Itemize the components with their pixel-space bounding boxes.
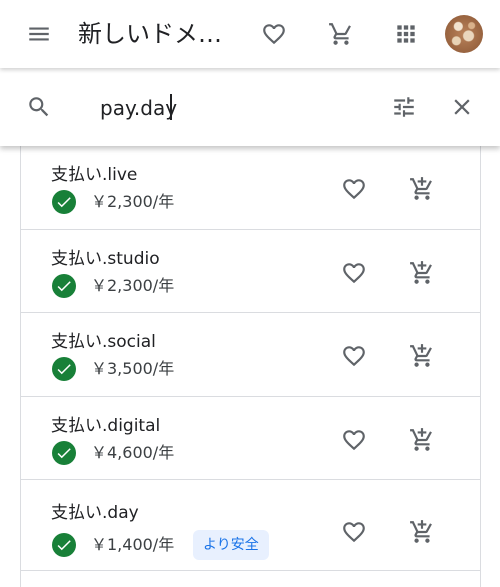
list-item[interactable]: 支払い.digital ￥4,600/年 bbox=[21, 397, 480, 480]
add-to-cart-icon[interactable] bbox=[402, 169, 442, 209]
domain-name: 支払い.day bbox=[51, 503, 139, 523]
domain-name: 支払い.live bbox=[51, 165, 138, 185]
check-circle-icon bbox=[52, 357, 76, 381]
add-to-cart-icon[interactable] bbox=[402, 253, 442, 293]
close-icon[interactable] bbox=[442, 87, 482, 127]
check-circle-icon bbox=[52, 190, 76, 214]
check-circle-icon bbox=[52, 273, 76, 298]
list-item[interactable]: 支払い.social ￥3,500/年 bbox=[21, 313, 480, 397]
search-input[interactable] bbox=[100, 92, 370, 124]
list-item[interactable]: 支払い.day ￥1,400/年 より安全 bbox=[21, 480, 480, 571]
add-to-cart-icon[interactable] bbox=[402, 512, 442, 552]
apps-grid-icon[interactable] bbox=[386, 14, 426, 54]
heart-icon[interactable] bbox=[334, 253, 374, 293]
results-list: 支払い.live ￥2,300/年 支払い.studio ￥2,300/年 支払… bbox=[20, 146, 481, 587]
menu-icon[interactable] bbox=[19, 14, 59, 54]
heart-icon[interactable] bbox=[334, 336, 374, 376]
domain-name: 支払い.studio bbox=[51, 248, 160, 269]
heart-icon[interactable] bbox=[254, 14, 294, 54]
search-icon[interactable] bbox=[19, 87, 59, 127]
domain-price: ￥2,300/年 bbox=[91, 192, 175, 211]
list-item[interactable]: 支払い.studio ￥2,300/年 bbox=[21, 230, 480, 313]
shopping-cart-icon[interactable] bbox=[321, 14, 361, 54]
filter-tune-icon[interactable] bbox=[384, 87, 424, 127]
avatar[interactable] bbox=[445, 15, 483, 53]
domain-name: 支払い.social bbox=[51, 332, 156, 352]
page-title: 新しいドメ… bbox=[78, 20, 222, 48]
domain-price: ￥3,500/年 bbox=[91, 359, 175, 378]
heart-icon[interactable] bbox=[334, 512, 374, 552]
heart-icon[interactable] bbox=[334, 420, 374, 460]
add-to-cart-icon[interactable] bbox=[402, 420, 442, 460]
list-item[interactable]: 支払い.live ￥2,300/年 bbox=[21, 146, 480, 230]
heart-icon[interactable] bbox=[334, 169, 374, 209]
top-app-bar: 新しいドメ… bbox=[0, 0, 500, 68]
domain-price: ￥1,400/年 bbox=[91, 535, 175, 554]
domain-price: ￥4,600/年 bbox=[91, 442, 175, 462]
app-screen: 新しいドメ… 支払い.live ￥2,300/年 bbox=[0, 0, 500, 587]
search-bar bbox=[0, 68, 500, 146]
safer-badge: より安全 bbox=[193, 530, 269, 560]
text-caret bbox=[170, 94, 172, 120]
add-to-cart-icon[interactable] bbox=[402, 336, 442, 376]
domain-name: 支払い.digital bbox=[51, 415, 161, 436]
check-circle-icon bbox=[52, 533, 76, 557]
domain-price: ￥2,300/年 bbox=[91, 275, 175, 295]
check-circle-icon bbox=[52, 440, 76, 465]
